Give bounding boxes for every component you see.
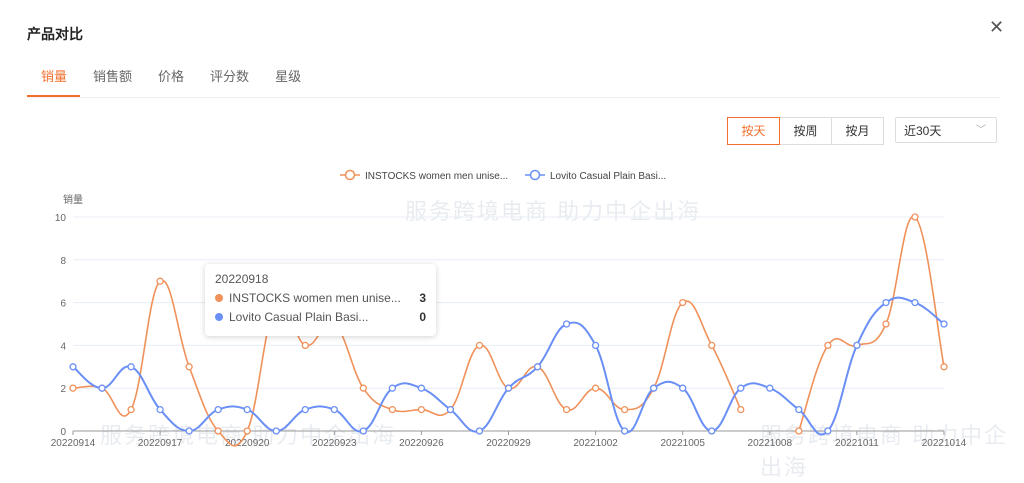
data-point — [591, 384, 600, 392]
data-point — [359, 427, 367, 435]
data-point — [330, 405, 338, 414]
data-point — [824, 341, 832, 350]
x-tick-label: 20220929 — [486, 438, 531, 449]
data-point — [156, 277, 164, 285]
series-dot — [215, 313, 223, 321]
data-point — [243, 427, 251, 435]
legend-marker — [344, 169, 356, 181]
y-tick-label: 10 — [55, 213, 67, 224]
data-point — [214, 405, 222, 414]
data-point — [562, 320, 571, 328]
data-point — [940, 363, 948, 371]
x-tick-label: 20221014 — [922, 438, 967, 449]
data-point — [127, 405, 135, 414]
data-point — [679, 384, 687, 392]
data-point — [795, 427, 803, 435]
legend-marker — [529, 169, 541, 181]
data-point — [679, 298, 687, 307]
y-tick-label: 2 — [60, 384, 66, 395]
legend-label: INSTOCKS women men unise... — [365, 171, 508, 182]
data-point — [853, 341, 861, 350]
x-tick-label: 20220926 — [399, 438, 444, 449]
data-point — [911, 213, 919, 221]
data-point — [708, 427, 716, 435]
data-point — [650, 384, 658, 392]
data-point — [562, 405, 571, 414]
data-point — [620, 405, 629, 414]
data-point — [98, 384, 106, 392]
tooltip: 20220918 INSTOCKS women men unise... 3 Lo… — [205, 264, 436, 336]
x-tick-label: 20220914 — [51, 438, 96, 449]
data-point — [824, 427, 832, 435]
data-point — [446, 405, 455, 414]
data-point — [620, 427, 629, 435]
tooltip-date: 20220918 — [215, 272, 269, 286]
data-point — [388, 384, 397, 392]
data-point — [882, 298, 890, 307]
data-point — [533, 363, 542, 371]
data-point — [911, 298, 919, 307]
y-tick-label: 8 — [60, 256, 66, 267]
data-point — [69, 363, 77, 371]
data-point — [591, 341, 600, 350]
tooltip-series-name: INSTOCKS women men unise... — [229, 291, 401, 305]
data-point — [417, 384, 426, 392]
data-point — [185, 363, 193, 371]
data-point — [708, 341, 716, 350]
series-line — [798, 216, 945, 432]
y-tick-label: 0 — [60, 427, 66, 438]
x-tick-label: 20221002 — [573, 438, 618, 449]
data-point — [359, 384, 367, 392]
data-point — [737, 405, 745, 414]
data-point — [301, 405, 309, 414]
y-axis-label: 销量 — [63, 193, 83, 206]
series-dot — [215, 294, 223, 302]
data-point — [185, 427, 193, 435]
data-point — [766, 384, 774, 392]
x-tick-label: 20220920 — [225, 438, 270, 449]
data-point — [795, 405, 803, 414]
data-point — [504, 384, 513, 392]
tooltip-series-name: Lovito Casual Plain Basi... — [229, 310, 369, 324]
y-tick-label: 6 — [60, 299, 66, 310]
data-point — [475, 341, 484, 350]
x-tick-label: 20221008 — [748, 438, 793, 449]
data-point — [475, 427, 484, 435]
y-tick-label: 4 — [60, 341, 66, 352]
data-point — [417, 405, 426, 414]
series-line — [72, 296, 945, 436]
x-tick-label: 20221011 — [835, 438, 879, 449]
data-point — [69, 384, 77, 392]
data-point — [272, 427, 280, 435]
line-chart: 0 2 4 6 8 10 20220914 20220917 20220920 20220923 2… — [51, 169, 967, 449]
data-point — [156, 405, 164, 414]
data-point — [388, 405, 397, 414]
data-point — [940, 320, 948, 328]
data-point — [882, 320, 890, 328]
data-point — [243, 405, 251, 414]
legend-label: Lovito Casual Plain Basi... — [550, 171, 666, 182]
tooltip-series-value: 3 — [419, 291, 426, 305]
data-point — [301, 341, 309, 350]
x-tick-label: 20221005 — [660, 438, 705, 449]
data-point — [214, 427, 222, 435]
x-tick-label: 20220917 — [138, 438, 183, 449]
data-point — [127, 363, 135, 371]
by-day-button[interactable]: 按天 — [727, 117, 780, 145]
tooltip-series-value: 0 — [419, 310, 426, 324]
data-point — [737, 384, 745, 392]
x-tick-label: 20220923 — [312, 438, 357, 449]
